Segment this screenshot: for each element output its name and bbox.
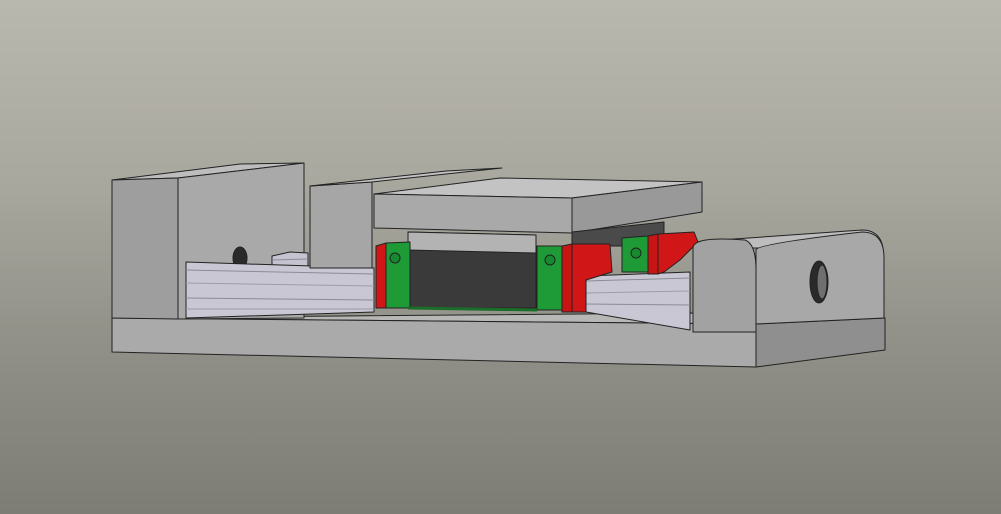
hole-bore-icon [816,264,828,300]
cad-model-scene[interactable] [0,0,1001,514]
bolt-icon [630,247,642,259]
bolt-icon [389,252,401,264]
right-end-block[interactable] [692,229,885,333]
bearing-block-rear[interactable] [621,231,699,275]
bolt-icon [544,254,556,266]
cad-viewport[interactable] [0,0,1001,514]
